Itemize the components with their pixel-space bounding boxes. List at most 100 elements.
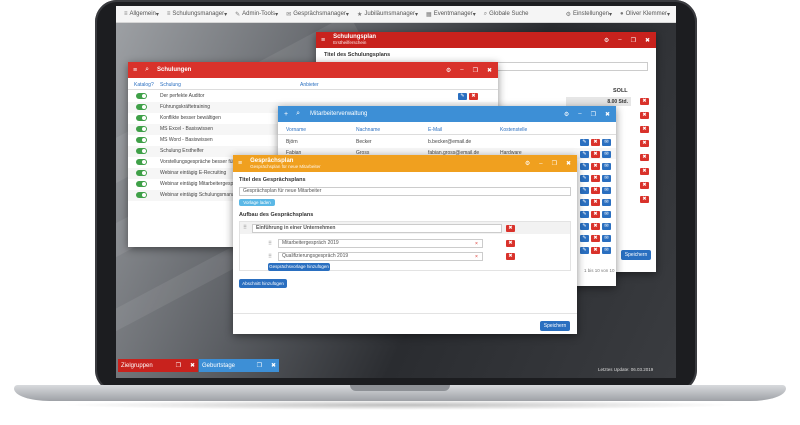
save-button[interactable]: Speichern — [540, 321, 570, 331]
edit-button[interactable]: ✎ — [580, 223, 589, 230]
gespraechsplan-header[interactable]: ≡ Gesprächsplan Gesprächsplan für neue M… — [233, 155, 577, 172]
catalog-toggle[interactable] — [136, 159, 147, 165]
mail-button[interactable]: ✉ — [602, 187, 611, 194]
mail-button[interactable]: ✉ — [602, 247, 611, 254]
settings-icon[interactable]: ⚙ — [525, 160, 530, 167]
mail-button[interactable]: ✉ — [602, 151, 611, 158]
drag-handle-icon[interactable]: ⠿ — [243, 225, 247, 231]
nav-item-schulungsmanager[interactable]: ≡ Schulungsmanager ▾ — [167, 11, 227, 18]
edit-button[interactable]: ✎ — [580, 163, 589, 170]
taskbar-item-geburtstage[interactable]: Geburtstage ❐ ✖ — [199, 359, 279, 372]
section-title-input[interactable]: Einführung in einer Unternehmen — [252, 224, 502, 233]
mail-button[interactable]: ✉ — [602, 175, 611, 182]
catalog-toggle[interactable] — [136, 93, 147, 99]
nav-item-jubilaeumsmanager[interactable]: ★ Jubiläumsmanager ▾ — [357, 11, 418, 18]
search-icon[interactable]: ⌕ — [296, 110, 300, 118]
nav-item-admin-tools[interactable]: ✎ Admin-Tools ▾ — [235, 11, 278, 18]
save-button[interactable]: Speichern — [621, 250, 651, 260]
minimize-icon[interactable]: – — [578, 111, 581, 117]
template-select[interactable]: Qualifizierungsgespräch 2019 — [278, 252, 483, 261]
delete-button[interactable]: ✖ — [591, 151, 600, 158]
table-row[interactable]: Der perfekte Auditor — [128, 91, 498, 102]
delete-button[interactable]: ✖ — [640, 168, 649, 175]
clear-icon[interactable]: × — [475, 254, 478, 260]
search-icon[interactable]: ⌕ — [145, 66, 149, 74]
plus-icon[interactable]: + — [284, 111, 288, 118]
delete-button[interactable]: ✖ — [640, 182, 649, 189]
menu-icon[interactable]: ≡ — [238, 160, 242, 167]
delete-item-button[interactable]: ✖ — [506, 253, 515, 260]
delete-button[interactable]: ✖ — [640, 112, 649, 119]
column-header[interactable]: Schulung — [160, 82, 181, 88]
delete-button[interactable]: ✖ — [591, 199, 600, 206]
settings-icon[interactable]: ⚙ — [446, 67, 451, 74]
minimize-icon[interactable]: – — [539, 161, 542, 167]
nav-item-eventmanager[interactable]: ▦ Eventmanager ▾ — [426, 11, 476, 18]
schulungsplan-header[interactable]: ≡ Schulungsplan Erstheilferschein ⚙ – ❐ … — [316, 32, 656, 48]
settings-menu[interactable]: ⚙ Einstellungen ▾ — [566, 11, 612, 18]
delete-button[interactable]: ✖ — [640, 140, 649, 147]
catalog-toggle[interactable] — [136, 170, 147, 176]
minimize-icon[interactable]: – — [618, 37, 621, 43]
edit-button[interactable]: ✎ — [580, 199, 589, 206]
catalog-toggle[interactable] — [136, 126, 147, 132]
delete-button[interactable]: ✖ — [591, 223, 600, 230]
catalog-toggle[interactable] — [136, 181, 147, 187]
delete-button[interactable]: ✖ — [591, 211, 600, 218]
schulungen-header[interactable]: ≡ ⌕ Schulungen ⚙ – ❐ ✖ — [128, 62, 498, 78]
catalog-toggle[interactable] — [136, 192, 147, 198]
mail-button[interactable]: ✉ — [602, 199, 611, 206]
catalog-toggle[interactable] — [136, 137, 147, 143]
restore-icon[interactable]: ❐ — [176, 362, 181, 369]
mail-button[interactable]: ✉ — [602, 139, 611, 146]
catalog-toggle[interactable] — [136, 115, 147, 121]
restore-icon[interactable]: ❐ — [591, 111, 596, 118]
edit-button[interactable]: ✎ — [580, 151, 589, 158]
delete-button[interactable]: ✖ — [469, 93, 478, 100]
minimize-icon[interactable]: – — [460, 67, 463, 73]
clear-icon[interactable]: × — [475, 241, 478, 247]
column-header[interactable]: E-Mail — [428, 127, 442, 133]
delete-button[interactable]: ✖ — [591, 175, 600, 182]
add-section-button[interactable]: Abschnitt hinzufügen — [239, 279, 287, 288]
delete-button[interactable]: ✖ — [640, 154, 649, 161]
drag-handle-icon[interactable]: ⠿ — [268, 241, 272, 247]
user-menu[interactable]: ● Oliver Klemmer ▾ — [620, 11, 670, 18]
delete-button[interactable]: ✖ — [591, 247, 600, 254]
edit-button[interactable]: ✎ — [458, 93, 467, 100]
column-header[interactable]: Nachname — [356, 127, 380, 133]
edit-button[interactable]: ✎ — [580, 235, 589, 242]
edit-button[interactable]: ✎ — [580, 211, 589, 218]
edit-button[interactable]: ✎ — [580, 247, 589, 254]
close-icon[interactable]: ✖ — [190, 362, 195, 369]
mail-button[interactable]: ✉ — [602, 223, 611, 230]
nav-item-gespraechsmanager[interactable]: ✉ Gesprächsmanager ▾ — [286, 11, 349, 18]
delete-button[interactable]: ✖ — [591, 163, 600, 170]
close-icon[interactable]: ✖ — [271, 362, 276, 369]
delete-button[interactable]: ✖ — [640, 126, 649, 133]
close-icon[interactable]: ✖ — [566, 160, 571, 167]
restore-icon[interactable]: ❐ — [473, 67, 478, 74]
close-icon[interactable]: ✖ — [645, 37, 650, 44]
delete-button[interactable]: ✖ — [591, 187, 600, 194]
taskbar-item-zielgruppen[interactable]: Zielgruppen ❐ ✖ — [118, 359, 198, 372]
close-icon[interactable]: ✖ — [605, 111, 610, 118]
column-header[interactable]: Anbieter — [300, 82, 319, 88]
edit-button[interactable]: ✎ — [580, 139, 589, 146]
gespraechsplan-title-input[interactable]: Gesprächsplan für neue Mitarbeiter — [239, 187, 571, 196]
restore-icon[interactable]: ❐ — [552, 160, 557, 167]
column-header[interactable]: Vorname — [286, 127, 306, 133]
mitarbeiterverwaltung-header[interactable]: + ⌕ Mitarbeiterverwaltung ⚙ – ❐ ✖ — [278, 106, 616, 122]
settings-icon[interactable]: ⚙ — [564, 111, 569, 118]
drag-handle-icon[interactable]: ⠿ — [268, 254, 272, 260]
settings-icon[interactable]: ⚙ — [604, 37, 609, 44]
delete-button[interactable]: ✖ — [591, 139, 600, 146]
mail-button[interactable]: ✉ — [602, 211, 611, 218]
load-template-button[interactable]: Vorlage laden — [239, 199, 275, 206]
add-template-button[interactable]: Gesprächsvorlage hinzufügen — [268, 263, 330, 271]
column-header[interactable]: Kostenstelle — [500, 127, 527, 133]
delete-section-button[interactable]: ✖ — [506, 225, 515, 232]
restore-icon[interactable]: ❐ — [257, 362, 262, 369]
mail-button[interactable]: ✉ — [602, 235, 611, 242]
delete-button[interactable]: ✖ — [640, 98, 649, 105]
